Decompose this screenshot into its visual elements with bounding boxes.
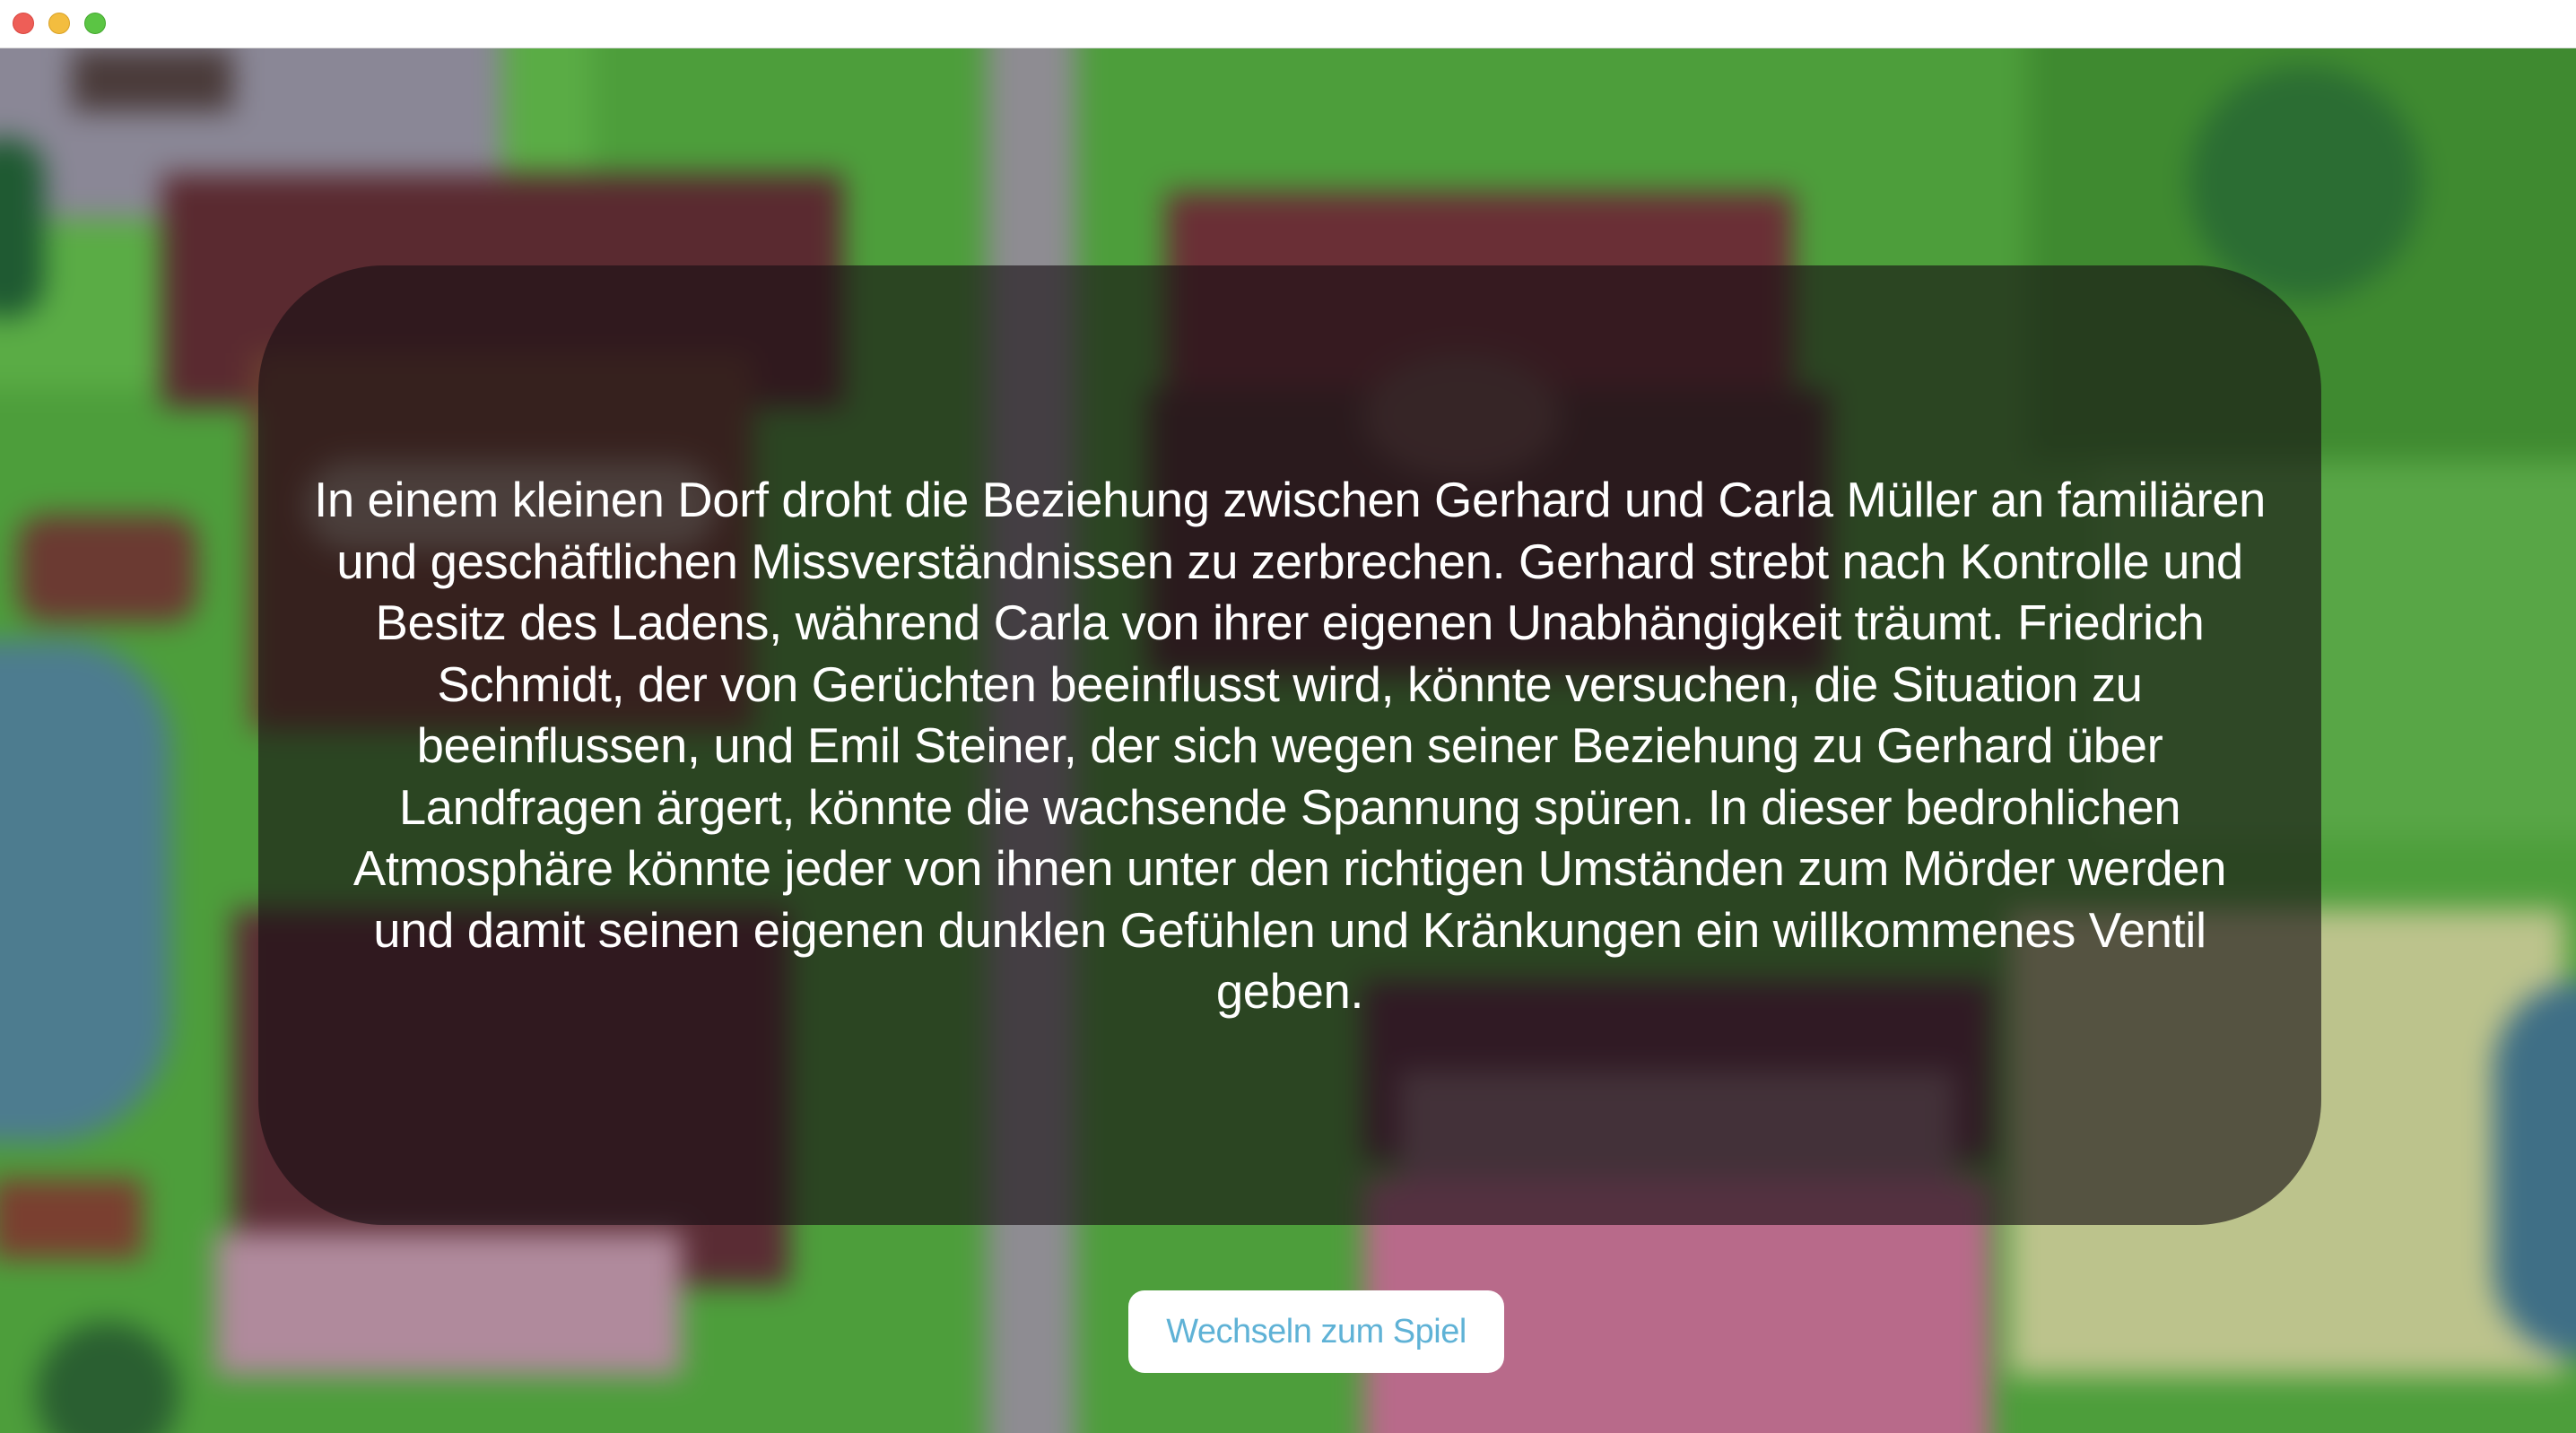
- story-text: In einem kleinen Dorf droht die Beziehun…: [314, 473, 2266, 1019]
- minimize-window-button[interactable]: [48, 13, 70, 34]
- game-background: In einem kleinen Dorf droht die Beziehun…: [0, 48, 2576, 1433]
- story-panel: In einem kleinen Dorf droht die Beziehun…: [258, 265, 2321, 1225]
- close-window-button[interactable]: [13, 13, 34, 34]
- zoom-window-button[interactable]: [84, 13, 106, 34]
- switch-to-game-button[interactable]: Wechseln zum Spiel: [1128, 1290, 1504, 1373]
- title-bar: [0, 0, 2576, 48]
- app-window: In einem kleinen Dorf droht die Beziehun…: [0, 0, 2576, 1433]
